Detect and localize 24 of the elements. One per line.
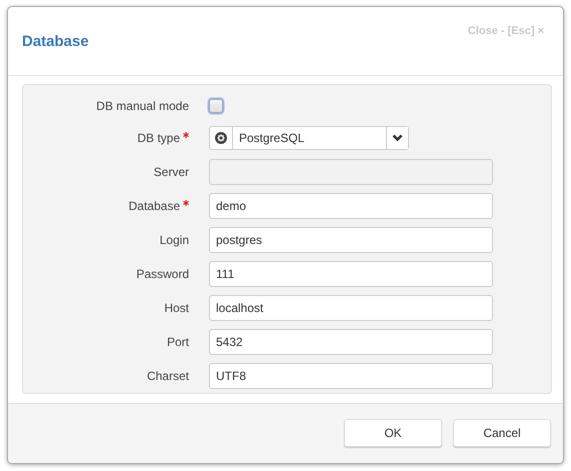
checkbox[interactable]: [209, 98, 223, 112]
field-label: Port: [166, 335, 189, 349]
cancel-button[interactable]: Cancel: [453, 418, 551, 446]
dropdown[interactable]: PostgreSQL: [209, 126, 409, 150]
field-label: Login: [160, 233, 189, 247]
chevron-icon: [392, 134, 403, 142]
dialog-title: Database: [22, 33, 89, 50]
field-label: Charset: [146, 369, 189, 383]
field-label: Server: [154, 165, 189, 179]
input-field[interactable]: 5432: [209, 329, 493, 355]
input-field[interactable]: postgres: [209, 227, 493, 253]
field-label: DB type: [137, 131, 180, 145]
dropdown-button[interactable]: [386, 127, 408, 149]
input-field[interactable]: UTF8: [209, 363, 493, 389]
field-label: Host: [164, 301, 189, 315]
input-field[interactable]: 111: [209, 261, 493, 287]
selected-value: PostgreSQL: [238, 130, 306, 147]
clear-icon[interactable]: [215, 132, 227, 144]
field-label: DB manual mode: [96, 98, 189, 112]
input-field[interactable]: localhost: [209, 295, 493, 321]
ok-button[interactable]: OK: [344, 418, 442, 446]
field-label: Database: [128, 199, 180, 213]
field-label: Password: [136, 267, 189, 281]
input-field[interactable]: demo: [209, 193, 493, 219]
